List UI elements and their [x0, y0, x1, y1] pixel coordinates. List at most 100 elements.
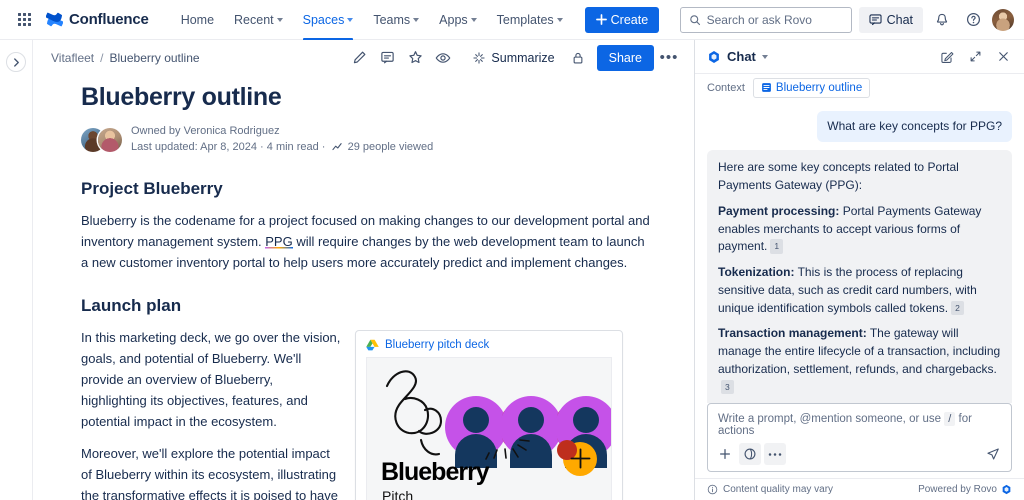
restrictions-button[interactable]	[565, 45, 591, 71]
nav-item-teams[interactable]: Teams	[363, 0, 429, 40]
new-chat-button[interactable]	[936, 46, 958, 68]
analytics-trend-icon	[332, 142, 343, 152]
new-chat-icon	[940, 50, 954, 64]
rovo-chat-panel: Chat	[694, 40, 1024, 500]
agents-button[interactable]	[739, 443, 761, 465]
document-body: Blueberry outline Owned by Veronica Rodr…	[33, 75, 694, 500]
nav-item-apps[interactable]: Apps	[429, 0, 487, 40]
share-button[interactable]: Share	[597, 45, 654, 71]
more-actions-button[interactable]: •••	[656, 45, 682, 71]
expand-panel-button[interactable]	[964, 46, 986, 68]
context-chip-label: Blueberry outline	[776, 82, 862, 94]
point-term-3: Transaction management:	[718, 326, 867, 340]
chat-panel-footer: Content quality may vary Powered by Rovo	[695, 478, 1024, 500]
rovo-icon	[707, 50, 721, 64]
chat-prompt-input[interactable]: Write a prompt, @mention someone, or use…	[708, 404, 1011, 441]
close-icon	[997, 50, 1010, 63]
point-term-2: Tokenization:	[718, 265, 794, 279]
chat-panel-header: Chat	[695, 40, 1024, 73]
citation-badge[interactable]: 2	[951, 301, 964, 316]
assistant-point-3: Transaction management: The gateway will…	[718, 325, 1001, 396]
citation-badge[interactable]: 3	[721, 380, 734, 395]
composer-more-button[interactable]	[764, 443, 786, 465]
watch-button[interactable]	[430, 45, 456, 71]
nav-item-home[interactable]: Home	[171, 0, 224, 40]
assistant-point-1: Payment processing: Portal Payments Gate…	[718, 203, 1001, 256]
app-switcher-button[interactable]	[12, 8, 36, 32]
deck-slide-preview: Blueberry Pitch	[366, 357, 612, 500]
confluence-home-link[interactable]: Confluence	[46, 11, 149, 28]
help-button[interactable]	[961, 8, 985, 32]
more-icon	[768, 452, 782, 457]
launch-plan-text: In this marketing deck, we go over the v…	[81, 316, 341, 500]
edit-button[interactable]	[346, 45, 372, 71]
chevron-right-icon	[13, 58, 20, 67]
meta-line: Last updated: Apr 8, 2024 · 4 min read ·…	[131, 140, 433, 156]
expand-sidebar-button[interactable]	[6, 52, 26, 72]
citation-badge[interactable]: 1	[770, 239, 783, 254]
page-icon	[761, 82, 772, 93]
person-head	[573, 407, 599, 433]
help-icon	[966, 12, 981, 27]
context-chip-page[interactable]: Blueberry outline	[753, 78, 870, 98]
comment-button[interactable]	[374, 45, 400, 71]
topnav-right-cluster: Search or ask Rovo Chat	[680, 7, 1014, 33]
nav-item-recent[interactable]: Recent	[224, 0, 293, 40]
summarize-button[interactable]: Summarize	[464, 45, 562, 71]
quality-note: Content quality may vary	[723, 484, 833, 495]
embedded-deck-card[interactable]: Blueberry pitch deck	[355, 330, 623, 500]
create-button[interactable]: Create	[585, 7, 660, 33]
chat-header-actions	[936, 46, 1014, 68]
ai-definition-link-ppg[interactable]: PPG	[265, 234, 292, 249]
section-heading-project: Project Blueberry	[81, 179, 654, 199]
byline-text: Owned by Veronica Rodriguez Last updated…	[131, 124, 433, 156]
orange-plus-graphic	[563, 442, 597, 476]
search-input[interactable]: Search or ask Rovo	[680, 7, 852, 33]
chat-messages: What are key concepts for PPG? Here are …	[695, 101, 1024, 403]
close-panel-button[interactable]	[992, 46, 1014, 68]
views-text: 29 people viewed	[348, 141, 434, 153]
avatar	[98, 128, 122, 152]
composer-toolbar	[708, 441, 1011, 471]
breadcrumb-space[interactable]: Vitafleet	[51, 51, 94, 65]
watch-eye-icon	[435, 50, 451, 66]
send-button[interactable]	[981, 443, 1005, 465]
plus-mark-icon	[570, 448, 591, 469]
contributor-avatars[interactable]	[81, 128, 122, 152]
page-content: Vitafleet / Blueberry outline	[33, 40, 694, 500]
send-icon	[986, 447, 1000, 461]
launch-plan-layout: In this marketing deck, we go over the v…	[81, 316, 654, 500]
page-actions: Summarize Share •••	[346, 45, 682, 71]
powered-by-label: Powered by Rovo	[918, 484, 997, 495]
ai-sparkle-icon	[472, 51, 486, 65]
deck-card-title[interactable]: Blueberry pitch deck	[385, 339, 489, 351]
brand-name: Confluence	[69, 11, 149, 28]
owner-line: Owned by Veronica Rodriguez	[131, 124, 433, 140]
chat-title: Chat	[727, 49, 756, 64]
powered-by: Powered by Rovo	[918, 484, 1012, 495]
chat-title-dropdown[interactable]: Chat	[707, 49, 768, 64]
primary-nav: Home Recent Spaces Teams Apps Templates	[171, 0, 573, 40]
slide-title: Blueberry	[381, 458, 489, 487]
paragraph-project: Blueberry is the codename for a project …	[81, 210, 654, 273]
chat-composer[interactable]: Write a prompt, @mention someone, or use…	[707, 403, 1012, 472]
breadcrumb: Vitafleet / Blueberry outline	[51, 51, 200, 65]
star-button[interactable]	[402, 45, 428, 71]
slash-key-hint: /	[944, 412, 955, 426]
breadcrumb-current[interactable]: Blueberry outline	[110, 51, 200, 65]
page-title: Blueberry outline	[81, 83, 654, 112]
last-updated-text: Last updated: Apr 8, 2024 · 4 min read ·	[131, 141, 325, 153]
search-placeholder: Search or ask Rovo	[707, 13, 812, 27]
nav-item-spaces[interactable]: Spaces	[293, 0, 364, 40]
slide-speedlines-graphic	[485, 427, 531, 461]
summarize-label: Summarize	[491, 51, 554, 65]
assistant-intro: Here are some key concepts related to Po…	[718, 159, 1001, 195]
nav-item-templates[interactable]: Templates	[487, 0, 573, 40]
star-icon	[408, 50, 423, 65]
chat-toggle-button[interactable]: Chat	[859, 7, 923, 33]
profile-avatar[interactable]	[992, 9, 1014, 31]
chevron-down-icon	[347, 18, 353, 22]
add-attachment-button[interactable]	[714, 443, 736, 465]
expand-icon	[969, 50, 982, 63]
notifications-button[interactable]	[930, 8, 954, 32]
